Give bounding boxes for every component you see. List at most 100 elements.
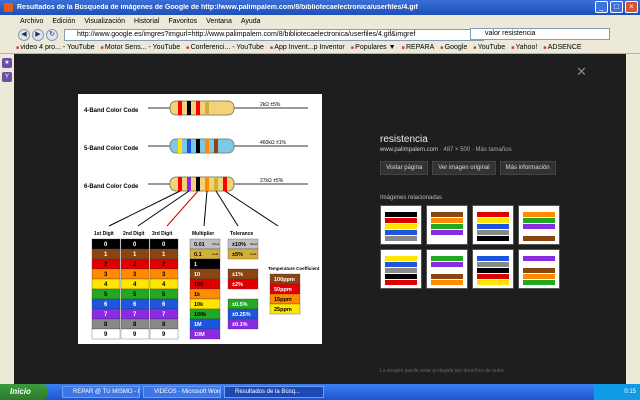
temp-coefficient-label: 15ppm [274, 297, 292, 303]
minimize-button[interactable]: _ [595, 1, 608, 13]
more-info-button[interactable]: Más información [499, 161, 556, 175]
bookmark-item[interactable]: video 4 pro... - YouTube [16, 44, 94, 51]
forward-button[interactable]: ▶ [32, 28, 44, 41]
taskbar-item[interactable]: VIDEOS - Microsoft Word [143, 386, 221, 398]
menu-bar: Archivo Edición Visualización Historial … [0, 15, 640, 27]
menu-historial[interactable]: Historial [134, 18, 159, 25]
thumbnail-stripe [523, 280, 555, 285]
related-image-thumbnail[interactable] [518, 249, 560, 289]
close-icon[interactable]: ✕ [576, 64, 587, 80]
related-image-thumbnail[interactable] [472, 205, 514, 245]
taskbar-item-active[interactable]: Resultados de la Búsq... [224, 386, 324, 398]
connector-line [137, 190, 190, 227]
resistor-band [214, 139, 218, 153]
thumbnail-stripe [385, 274, 417, 279]
multiplier-label: 10M [194, 332, 205, 338]
multiplier-label: 100k [194, 312, 207, 318]
image-source-site[interactable]: www.palimpalem.com [380, 147, 438, 153]
silver-label: Silver [250, 242, 258, 246]
menu-visualizacion[interactable]: Visualización [84, 18, 125, 25]
resistor-band [178, 101, 182, 115]
related-image-thumbnail[interactable] [380, 205, 422, 245]
thumbnail-stripe [523, 218, 555, 223]
bookmark-item[interactable]: Yahoo! [511, 44, 538, 51]
tolerance-label: ±1% [232, 272, 243, 278]
column-header: Temperature Coefficient [268, 266, 320, 271]
image-size-text: · 487 × 500 · Más tamaños [438, 147, 512, 153]
resistor-band [196, 177, 200, 191]
thumbnail-stripe [477, 274, 509, 279]
menu-ayuda[interactable]: Ayuda [241, 18, 261, 25]
temp-coefficient-label: 25ppm [274, 307, 292, 313]
thumbnail-stripe [477, 256, 509, 261]
menu-ventana[interactable]: Ventana [206, 18, 232, 25]
bookmark-item[interactable]: Motor Sens... - YouTube [101, 44, 180, 51]
thumbnail-stripe [523, 236, 555, 241]
related-image-thumbnail[interactable] [472, 249, 514, 289]
bookmark-item[interactable]: App Invent...p Inventor [270, 44, 344, 51]
vertical-scrollbar[interactable] [626, 54, 640, 384]
thumbnail-stripe [477, 212, 509, 217]
resistor-value-label: 460kΩ ±1% [260, 140, 286, 146]
resistor-band [223, 177, 227, 191]
connector-line [166, 190, 199, 227]
thumbnail-stripe [385, 218, 417, 223]
taskbar-item[interactable]: REPAR @ TU MISMO - FO... [62, 386, 140, 398]
address-bar[interactable]: http://www.google.es/imgres?imgurl=http:… [64, 28, 484, 41]
resistor-value-label: 27kΩ ±5% [260, 178, 284, 184]
search-input[interactable]: valor resistencia [470, 28, 610, 40]
tolerance-label: ±0.5% [232, 302, 248, 308]
tolerance-label: ±0.1% [232, 322, 248, 328]
resistor-band [214, 177, 218, 191]
bookmarks-bar: video 4 pro... - YouTube Motor Sens... -… [0, 42, 640, 54]
column-header: Multiplier [192, 231, 214, 237]
related-image-thumbnail[interactable] [380, 249, 422, 289]
thumbnail-stripe [431, 256, 463, 261]
start-button[interactable]: Inicio [0, 384, 48, 400]
thumbnail-stripe [385, 256, 417, 261]
window-title: Resultados de la Búsqueda de imágenes de… [17, 4, 418, 11]
close-window-button[interactable]: × [625, 1, 638, 13]
bookmark-item[interactable]: YouTube [473, 44, 506, 51]
thumbnail-stripe [431, 230, 463, 235]
thumbnail-stripe [477, 262, 509, 267]
thumbnail-stripe [431, 218, 463, 223]
maximize-button[interactable]: □ [610, 1, 623, 13]
visit-page-button[interactable]: Visitar página [380, 161, 429, 175]
resistor-color-code-image[interactable]: 4-Band Color Code 2kΩ ±5% 5-Band Color Cod… [78, 94, 322, 344]
related-image-thumbnail[interactable] [426, 249, 468, 289]
thumbnail-stripe [431, 274, 463, 279]
connector-line [203, 190, 208, 227]
bookmark-item[interactable]: REPARA [402, 44, 434, 51]
panel-bookmark-icon[interactable]: ★ [2, 58, 12, 68]
window-titlebar: Resultados de la Búsqueda de imágenes de… [0, 0, 640, 15]
thumbnail-stripe [523, 262, 555, 267]
gold-label: Gold [250, 252, 257, 256]
bookmark-item[interactable]: Conferenci... - YouTube [186, 44, 264, 51]
resistor-value-label: 2kΩ ±5% [260, 102, 281, 108]
back-button[interactable]: ◀ [18, 28, 30, 41]
menu-favoritos[interactable]: Favoritos [168, 18, 197, 25]
thumbnail-stripe [523, 230, 555, 235]
resistor-band [178, 139, 182, 153]
bookmark-item[interactable]: Google [440, 44, 468, 51]
thumbnail-stripe [477, 268, 509, 273]
related-images-heading: Imágenes relacionadas [380, 195, 443, 201]
related-image-thumbnail[interactable] [426, 205, 468, 245]
resistor-band [196, 101, 200, 115]
thumbnail-stripe [385, 212, 417, 217]
menu-edicion[interactable]: Edición [52, 18, 75, 25]
copyright-notice: La imagen puede estar protegida por dere… [380, 368, 505, 374]
thumbnail-stripe [431, 280, 463, 285]
gold-label: Gold [212, 252, 219, 256]
panel-yahoo-icon[interactable]: Y [2, 72, 12, 82]
menu-archivo[interactable]: Archivo [20, 18, 43, 25]
column-header: 2nd Digit [123, 231, 145, 237]
bookmark-item[interactable]: Populares ▼ [351, 44, 395, 51]
bookmark-item[interactable]: ADSENCE [543, 44, 582, 51]
related-image-thumbnail[interactable] [518, 205, 560, 245]
tolerance-label: ±0.25% [232, 312, 251, 318]
reload-icon[interactable]: ↻ [46, 28, 58, 41]
view-original-button[interactable]: Ver imagen original [432, 161, 496, 175]
taskbar: Inicio REPAR @ TU MISMO - FO... VIDEOS -… [0, 384, 640, 400]
